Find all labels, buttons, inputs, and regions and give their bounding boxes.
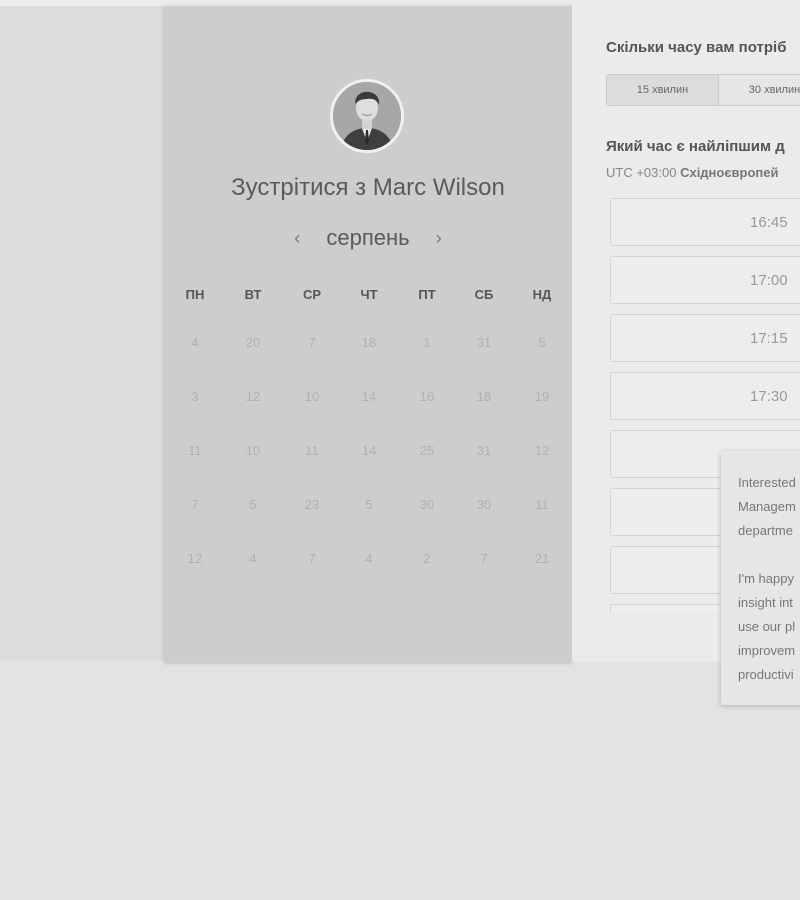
calendar-day[interactable]: 1 (407, 335, 447, 350)
calendar-day[interactable]: 4 (175, 335, 215, 350)
calendar-day[interactable]: 31 (464, 335, 504, 350)
calendar-day[interactable]: 4 (233, 551, 273, 566)
calendar-day[interactable]: 3 (175, 389, 215, 404)
calendar-day[interactable]: 4 (349, 551, 389, 566)
calendar-day[interactable]: 7 (292, 335, 332, 350)
calendar-day[interactable]: 14 (349, 443, 389, 458)
weekday-label: ВТ (244, 287, 262, 302)
avatar (330, 79, 404, 153)
weekday-label: СР (302, 287, 322, 302)
calendar-day[interactable]: 11 (175, 443, 215, 458)
calendar-day[interactable]: 31 (464, 443, 504, 458)
popup-line: departme (738, 523, 793, 538)
popup-line: I'm happy (738, 571, 794, 586)
calendar-day[interactable]: 7 (292, 551, 332, 566)
intro-popup: Interested Managem departme I'm happy in… (721, 451, 800, 705)
calendar-day[interactable]: 20 (233, 335, 273, 350)
calendar-day[interactable]: 11 (292, 443, 332, 458)
calendar-panel: Зустрітися з Marc Wilson ‹ серпень › ПН … (164, 6, 572, 662)
calendar-day[interactable]: 30 (407, 497, 447, 512)
calendar-day[interactable]: 5 (522, 335, 562, 350)
popup-line: Managem (738, 499, 796, 514)
popup-line: improvem (738, 643, 796, 658)
popup-line: use our pl (738, 619, 796, 634)
popup-line: Interested (738, 475, 796, 490)
calendar-day[interactable]: 10 (292, 389, 332, 404)
calendar-day[interactable]: 12 (175, 551, 215, 566)
chevron-left-icon[interactable]: ‹ (284, 228, 310, 249)
calendar-day[interactable]: 7 (175, 497, 215, 512)
calendar-day[interactable]: 21 (522, 551, 562, 566)
calendar-day[interactable]: 12 (522, 443, 562, 458)
calendar-day[interactable]: 5 (349, 497, 389, 512)
time-slot[interactable]: 17:30 (610, 372, 800, 420)
popup-paragraph: Interested Managem departme (738, 471, 800, 543)
calendar-day[interactable]: 7 (464, 551, 504, 566)
weekday-label: ПН (185, 287, 205, 302)
time-question: Який час є найліпшим д (606, 138, 785, 155)
popup-text: Interested Managem departme I'm happy in… (738, 471, 800, 705)
calendar-day[interactable]: 16 (407, 389, 447, 404)
month-navigator: ‹ серпень › (164, 225, 572, 251)
popup-line: productivi (738, 667, 794, 682)
time-slot-label: 17:30 (750, 388, 788, 405)
time-slot-label: 17:00 (750, 272, 788, 289)
calendar-day[interactable]: 12 (233, 389, 273, 404)
calendar-day[interactable]: 18 (464, 389, 504, 404)
time-slot-label: 16:45 (750, 214, 788, 231)
calendar-day[interactable]: 23 (292, 497, 332, 512)
calendar-day[interactable]: 18 (349, 335, 389, 350)
timezone-label[interactable]: UTC +03:00 Східноєвропей (606, 165, 778, 180)
profile-photo-icon (333, 82, 401, 150)
calendar-day[interactable]: 19 (522, 389, 562, 404)
timezone-offset: UTC +03:00 (606, 165, 677, 180)
calendar-day[interactable]: 2 (407, 551, 447, 566)
calendar-day[interactable]: 30 (464, 497, 504, 512)
popup-line: insight int (738, 595, 793, 610)
calendar-day[interactable]: 5 (233, 497, 273, 512)
duration-selector: 15 хвилин 30 хвилин (606, 74, 800, 106)
weekday-label: НД (532, 287, 552, 302)
weekday-label: ПТ (418, 287, 436, 302)
weekday-header: ПН ВТ СР ЧТ ПТ СБ НД (164, 287, 572, 305)
time-slot[interactable]: 17:15 (610, 314, 800, 362)
calendar-day[interactable]: 10 (233, 443, 273, 458)
duration-question: Скільки часу вам потріб (606, 39, 787, 56)
time-slot-label: 17:15 (750, 330, 788, 347)
timezone-name: Східноєвропей (680, 165, 779, 180)
calendar-day[interactable]: 11 (522, 497, 562, 512)
duration-option-15[interactable]: 15 хвилин (607, 75, 719, 105)
month-label: серпень (326, 225, 410, 250)
popup-paragraph: I'm happy insight int use our pl improve… (738, 567, 800, 687)
weekday-label: ЧТ (360, 287, 378, 302)
calendar-day[interactable]: 14 (349, 389, 389, 404)
time-slot[interactable]: 17:00 (610, 256, 800, 304)
meeting-title: Зустрітися з Marc Wilson (231, 174, 505, 201)
weekday-label: СБ (474, 287, 494, 302)
time-slot[interactable]: 16:45 (610, 198, 800, 246)
calendar-day[interactable]: 25 (407, 443, 447, 458)
duration-option-30[interactable]: 30 хвилин (719, 75, 800, 105)
chevron-right-icon[interactable]: › (426, 228, 452, 249)
